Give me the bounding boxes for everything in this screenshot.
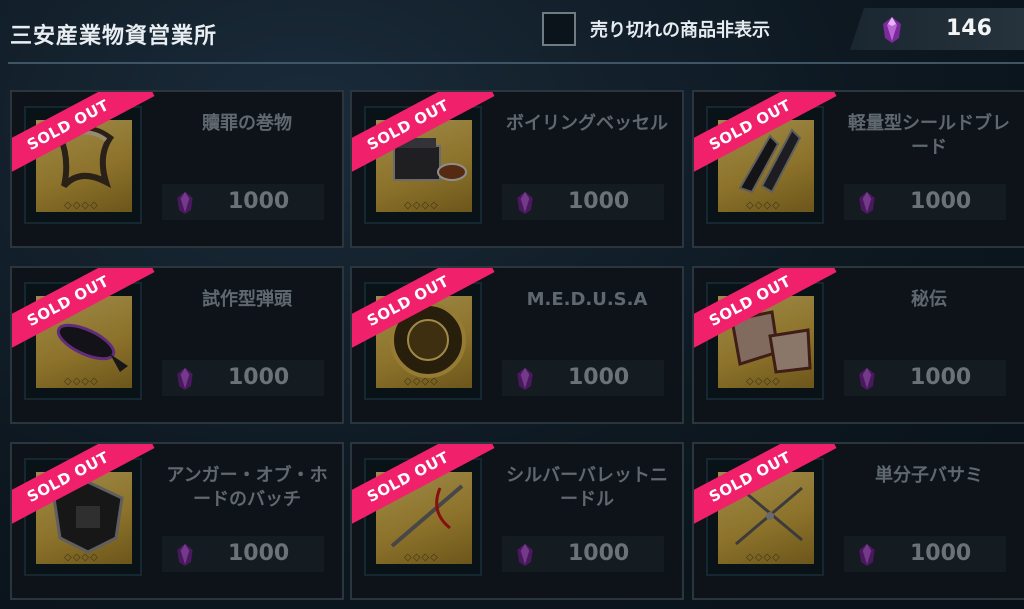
purple-crystal-icon	[856, 367, 878, 395]
purple-crystal-icon	[174, 543, 196, 571]
shop-item-card[interactable]: SOLD OUT ◇◇◇◇ ボイリングベッセル 1000	[350, 90, 684, 248]
item-name: 軽量型シールドブレード	[848, 113, 1010, 158]
item-name: 贖罪の巻物	[202, 113, 292, 134]
item-price: 1000	[228, 189, 290, 214]
rarity-dots: ◇◇◇◇	[64, 200, 99, 211]
purple-crystal-icon	[514, 191, 536, 219]
rarity-dots: ◇◇◇◇	[404, 200, 439, 211]
currency-display: 146	[850, 8, 1024, 50]
item-name: ボイリングベッセル	[506, 113, 668, 134]
price-box: 1000	[844, 184, 1006, 220]
price-box: 1000	[844, 360, 1006, 396]
price-box: 1000	[844, 536, 1006, 572]
shop-item-card[interactable]: SOLD OUT ◇◇◇◇ シルバーバレットニードル 1000	[350, 442, 684, 600]
price-box: 1000	[162, 536, 324, 572]
purple-crystal-icon	[174, 191, 196, 219]
rarity-dots: ◇◇◇◇	[64, 376, 99, 387]
hide-sold-out-checkbox[interactable]	[542, 12, 576, 46]
header-divider	[8, 62, 1024, 64]
purple-crystal-icon	[880, 16, 904, 48]
top-bar: 三安産業物資営業所 売り切れの商品非表示 146	[0, 0, 1024, 66]
rarity-dots: ◇◇◇◇	[746, 200, 781, 211]
shop-item-card[interactable]: SOLD OUT ◇◇◇◇ 軽量型シールドブレード 1000	[692, 90, 1024, 248]
rarity-dots: ◇◇◇◇	[746, 552, 781, 563]
item-price: 1000	[910, 541, 972, 566]
rarity-dots: ◇◇◇◇	[404, 376, 439, 387]
shop-title: 三安産業物資営業所	[10, 24, 218, 49]
item-name: 単分子バサミ	[875, 465, 983, 486]
item-price: 1000	[228, 365, 290, 390]
item-name: M.E.D.U.S.A	[526, 289, 648, 310]
shop-item-card[interactable]: SOLD OUT ◇◇◇◇ 贖罪の巻物 1000	[10, 90, 344, 248]
item-price: 1000	[568, 541, 630, 566]
shop-item-card[interactable]: SOLD OUT ◇◇◇◇ 秘伝 1000	[692, 266, 1024, 424]
purple-crystal-icon	[514, 367, 536, 395]
shop-item-card[interactable]: SOLD OUT ◇◇◇◇ 試作型弾頭 1000	[10, 266, 344, 424]
shop-item-card[interactable]: SOLD OUT ◇◇◇◇ M.E.D.U.S.A 1000	[350, 266, 684, 424]
shop-item-card[interactable]: SOLD OUT ◇◇◇◇ アンガー・オブ・ホードのバッチ 1000	[10, 442, 344, 600]
item-name: 秘伝	[911, 289, 947, 310]
item-name: シルバーバレットニードル	[506, 465, 668, 510]
item-price: 1000	[228, 541, 290, 566]
purple-crystal-icon	[514, 543, 536, 571]
rarity-dots: ◇◇◇◇	[64, 552, 99, 563]
price-box: 1000	[162, 360, 324, 396]
hide-sold-out-toggle[interactable]: 売り切れの商品非表示	[542, 12, 770, 46]
hide-sold-out-label: 売り切れの商品非表示	[590, 20, 770, 41]
item-price: 1000	[568, 189, 630, 214]
item-price: 1000	[910, 189, 972, 214]
price-box: 1000	[502, 360, 664, 396]
item-name: アンガー・オブ・ホードのバッチ	[166, 465, 328, 510]
rarity-dots: ◇◇◇◇	[404, 552, 439, 563]
item-name: 試作型弾頭	[202, 289, 292, 310]
price-box: 1000	[162, 184, 324, 220]
item-price: 1000	[568, 365, 630, 390]
purple-crystal-icon	[856, 191, 878, 219]
item-price: 1000	[910, 365, 972, 390]
purple-crystal-icon	[856, 543, 878, 571]
purple-crystal-icon	[174, 367, 196, 395]
shop-item-card[interactable]: SOLD OUT ◇◇◇◇ 単分子バサミ 1000	[692, 442, 1024, 600]
currency-amount: 146	[946, 16, 992, 41]
price-box: 1000	[502, 184, 664, 220]
rarity-dots: ◇◇◇◇	[746, 376, 781, 387]
price-box: 1000	[502, 536, 664, 572]
